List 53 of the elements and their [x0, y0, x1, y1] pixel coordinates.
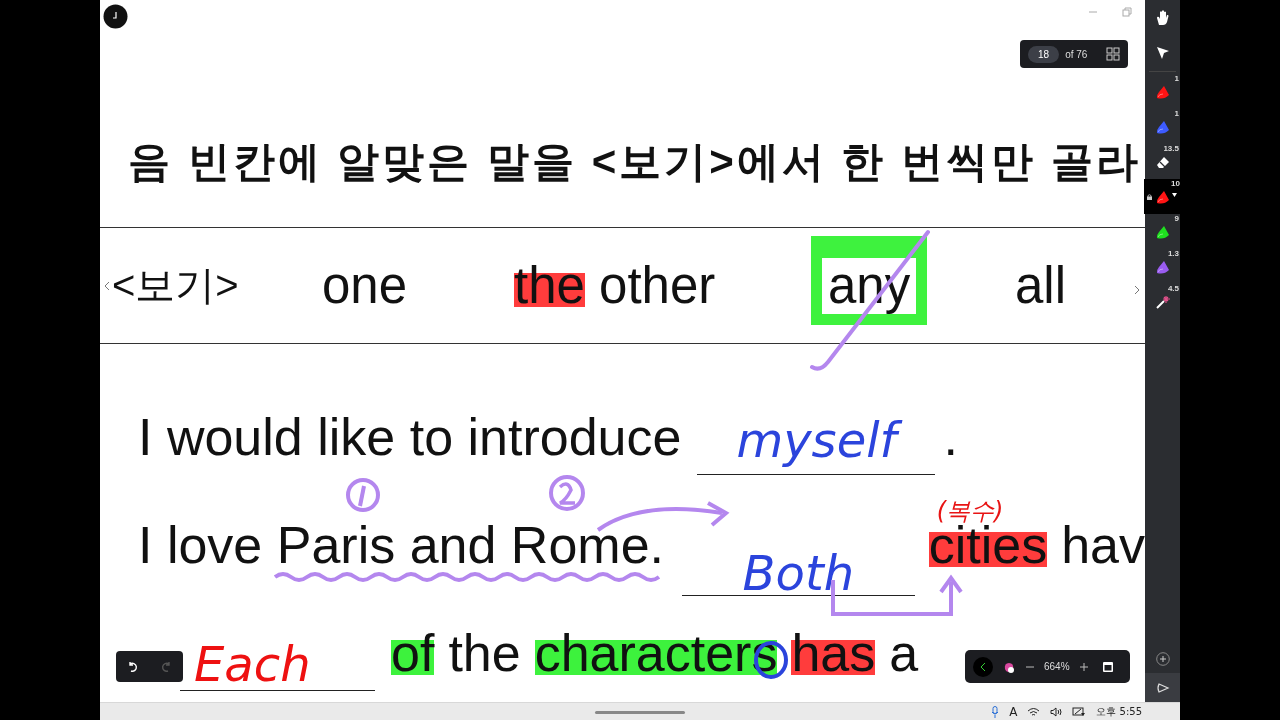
option-word: all	[1015, 257, 1067, 314]
option-word: other	[598, 257, 716, 314]
tool-button[interactable]: 1	[1145, 109, 1180, 144]
sentence-text: a	[889, 624, 919, 682]
option-word: any	[811, 236, 928, 325]
chevron-right-icon[interactable]	[1134, 285, 1140, 294]
tool-button[interactable]: 4.5	[1145, 284, 1180, 319]
grid-icon[interactable]	[1106, 47, 1120, 61]
input-mode[interactable]: A	[1009, 704, 1018, 719]
tool-button[interactable]: 13.5	[1145, 144, 1180, 179]
page-total: of 76	[1065, 48, 1088, 60]
sentence-text: I love Paris and Rome.	[138, 516, 665, 574]
tool-button[interactable]: 9	[1145, 214, 1180, 249]
wifi-icon[interactable]	[1027, 706, 1041, 717]
sentence-text: the	[448, 624, 521, 682]
chevron-left-icon	[980, 662, 986, 671]
clock-time: 오후 5:55	[1096, 704, 1142, 719]
size-label: 1	[1174, 109, 1179, 118]
size-label: 1	[1174, 74, 1179, 83]
battery-icon[interactable]	[1072, 706, 1087, 717]
sentence-text: hav	[1061, 516, 1145, 574]
size-label: 13.5	[1163, 144, 1179, 153]
circled-number-drawing	[346, 478, 380, 512]
tool-button[interactable]: 1.3	[1145, 249, 1180, 284]
add-page-icon[interactable]	[1155, 651, 1170, 666]
clock-icon[interactable]	[103, 4, 128, 29]
word-box-label: <보기>	[112, 262, 240, 309]
tool-button[interactable]: 1	[1145, 74, 1180, 109]
magic-wand-icon[interactable]	[1154, 293, 1171, 310]
tool-button[interactable]: 10	[1144, 179, 1181, 214]
size-label: 9	[1174, 214, 1179, 223]
handwritten-answer: myself	[697, 411, 936, 468]
speaker-icon[interactable]	[1050, 706, 1063, 717]
handwritten-answer: Each	[194, 635, 312, 692]
size-label: 10	[1171, 179, 1180, 188]
size-label: 1.3	[1167, 249, 1179, 258]
undo-icon[interactable]	[126, 660, 139, 673]
sentence-text: I would like to introduce	[138, 408, 682, 466]
cursor-icon[interactable]	[1154, 44, 1171, 61]
caret-icon	[1172, 193, 1177, 197]
page-number[interactable]: 18	[1028, 45, 1060, 63]
chevron-left-icon[interactable]	[104, 281, 110, 290]
microphone-icon[interactable]	[991, 705, 1000, 718]
lock-icon	[1147, 194, 1152, 200]
handwritten-answer: Both	[741, 544, 856, 601]
zoom-level: 664%	[1044, 661, 1070, 672]
zoom-in-icon[interactable]	[1078, 661, 1089, 672]
sentence-text: .	[943, 408, 958, 466]
option-word: one	[322, 257, 408, 314]
fit-page-icon[interactable]	[1101, 660, 1114, 673]
question-heading: 음 빈칸에 알맞은 말을 <보기>에서 한 번씩만 골라	[128, 137, 1141, 187]
circled-number-drawing	[549, 475, 585, 511]
size-label: 4.5	[1167, 284, 1179, 293]
